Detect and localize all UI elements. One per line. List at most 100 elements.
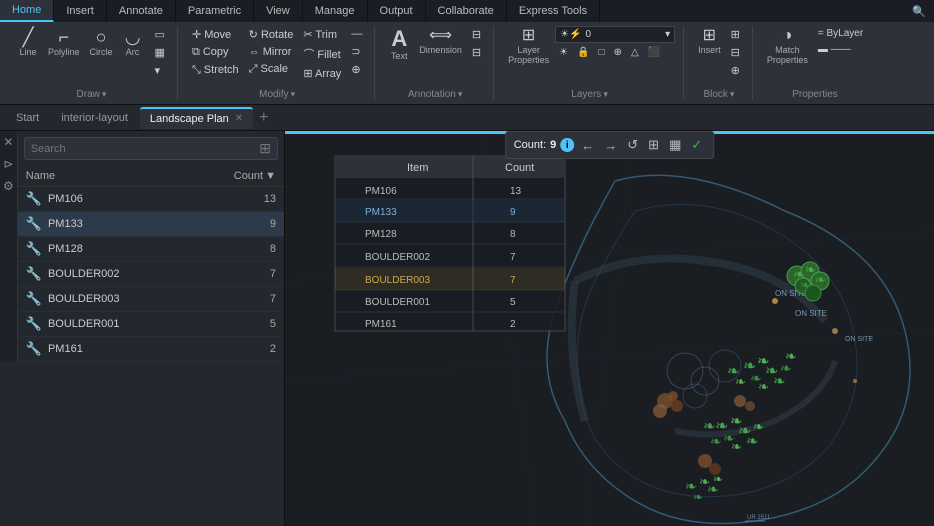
list-item[interactable]: 🔧 BOULDER002 7: [18, 262, 284, 287]
match-properties-icon: ◑: [783, 28, 793, 44]
array-button[interactable]: ⊞ Array: [299, 65, 345, 82]
anno-btn2[interactable]: ⊟: [468, 44, 485, 61]
ribbon: Home Insert Annotate Parametric View Man…: [0, 0, 934, 105]
col-count-header[interactable]: Count ▼: [216, 170, 276, 182]
item-name: PM128: [48, 243, 216, 255]
list-item[interactable]: 🔧 PM106 13: [18, 187, 284, 212]
gear-icon[interactable]: ⚙: [3, 179, 14, 193]
move-button[interactable]: ✛ Move: [188, 26, 243, 43]
list-item[interactable]: 🔧 PM161 2: [18, 337, 284, 362]
modify-chevron[interactable]: ▾: [291, 89, 296, 100]
rectangle-button[interactable]: ▭: [151, 26, 169, 43]
draw-label: Draw ▾: [77, 89, 107, 100]
circle-icon: ○: [96, 28, 107, 46]
ribbon-tab-express[interactable]: Express Tools: [507, 0, 600, 22]
arc-button[interactable]: ◡ Arc: [119, 26, 147, 59]
next-button[interactable]: →: [601, 136, 620, 155]
layer-icons: ☀⚡: [560, 29, 581, 40]
layer-btn4[interactable]: ⊕: [610, 45, 626, 60]
ribbon-tab-view[interactable]: View: [254, 0, 303, 22]
scale-button[interactable]: ⤢ Scale: [245, 61, 298, 78]
ribbon-tab-home[interactable]: Home: [0, 0, 54, 22]
trim2-button[interactable]: —: [347, 26, 366, 42]
layer-btn6[interactable]: ⬛: [644, 45, 664, 60]
list-item[interactable]: 🔧 PM128 8: [18, 237, 284, 262]
info-button[interactable]: i: [560, 138, 574, 152]
table-button[interactable]: ▦: [666, 135, 684, 155]
text-icon: A: [391, 28, 407, 50]
dimension-button[interactable]: ⟺ Dimension: [415, 26, 466, 57]
ribbon-tab-collaborate[interactable]: Collaborate: [426, 0, 507, 22]
layer-properties-button[interactable]: ⊞ LayerProperties: [504, 26, 553, 67]
copy-button[interactable]: ⧉ Copy: [188, 44, 243, 61]
stretch-button[interactable]: ⤡ Stretch: [188, 62, 243, 79]
list-item[interactable]: 🔧 BOULDER003 7: [18, 287, 284, 312]
layer-btn2[interactable]: 🔒: [573, 45, 593, 60]
ribbon-tab-parametric[interactable]: Parametric: [176, 0, 254, 22]
layer-dropdown[interactable]: ☀⚡ 0 ▾: [555, 26, 675, 43]
circle-button[interactable]: ○ Circle: [86, 26, 117, 59]
ribbon-tab-insert[interactable]: Insert: [54, 0, 107, 22]
dimension-icon: ⟺: [429, 28, 452, 44]
tab-landscape[interactable]: Landscape Plan ✕: [140, 107, 253, 129]
tab-add-button[interactable]: +: [255, 109, 272, 127]
draw-more-button[interactable]: ▾: [151, 62, 169, 79]
item-count: 2: [216, 343, 276, 355]
tab-start[interactable]: Start: [6, 107, 49, 129]
fillet-button[interactable]: ⌒ Fillet: [299, 44, 345, 64]
refresh-button[interactable]: ↺: [624, 135, 641, 155]
list-item[interactable]: 🔧 BOULDER001 5: [18, 312, 284, 337]
ribbon-tab-annotate[interactable]: Annotate: [107, 0, 176, 22]
text-button[interactable]: A Text: [385, 26, 413, 63]
ribbon-tab-output[interactable]: Output: [368, 0, 426, 22]
check-button[interactable]: ✓: [688, 135, 705, 155]
pin-icon[interactable]: ⊳: [3, 157, 13, 171]
grid-button[interactable]: ⊞: [645, 135, 662, 155]
list-item[interactable]: 🔧 PM133 9: [18, 212, 284, 237]
rotate-button[interactable]: ↻ Rotate: [245, 26, 298, 43]
prop-btn2[interactable]: ▬ ——: [814, 42, 867, 57]
layer-btn1[interactable]: ☀: [555, 45, 572, 60]
item-count: 9: [216, 218, 276, 230]
search-expand-icon[interactable]: ⊞: [259, 140, 271, 157]
item-icon: 🔧: [26, 341, 42, 357]
annotation-chevron[interactable]: ▾: [458, 89, 463, 100]
item-icon: 🔧: [26, 191, 42, 207]
block-btn2[interactable]: ⊟: [727, 44, 744, 61]
layer-btn5[interactable]: △: [627, 45, 643, 60]
explode-button[interactable]: ⊕: [347, 61, 366, 78]
line-button[interactable]: ╱ Line: [14, 26, 42, 59]
block-btn3[interactable]: ⊕: [727, 62, 744, 79]
prev-button[interactable]: ←: [578, 136, 597, 155]
draw-chevron[interactable]: ▾: [102, 89, 107, 100]
svg-text:BOULDER001: BOULDER001: [365, 297, 430, 308]
anno-btn1[interactable]: ⊟: [468, 26, 485, 43]
insert-button[interactable]: ⊞ Insert: [694, 26, 725, 57]
search-input[interactable]: [31, 143, 260, 155]
block-chevron[interactable]: ▾: [730, 89, 735, 100]
count-label: Count:: [514, 139, 546, 151]
prop-btn1[interactable]: = ByLayer: [814, 26, 867, 41]
mirror-button[interactable]: ⇔ Mirror: [245, 44, 298, 60]
line-icon: ╱: [23, 28, 34, 46]
svg-text:13: 13: [510, 186, 522, 197]
map-svg: ON SITE ON SITE ON SITE ❧ ❧ ❧ ❧: [285, 131, 934, 526]
tab-landscape-close[interactable]: ✕: [235, 113, 243, 124]
count-header-label: Count: [234, 170, 263, 182]
extend-button[interactable]: ⊃: [347, 43, 366, 60]
trim-button[interactable]: ✂ Trim: [299, 26, 345, 43]
annotation-extras: ⊟ ⊟: [468, 26, 485, 61]
item-icon: 🔧: [26, 291, 42, 307]
layers-chevron[interactable]: ▾: [603, 89, 608, 100]
block-btn1[interactable]: ⊞: [727, 26, 744, 43]
match-properties-button[interactable]: ◑ MatchProperties: [763, 26, 812, 67]
layer-btn3[interactable]: □: [595, 45, 609, 60]
polyline-button[interactable]: ⌐ Polyline: [44, 26, 84, 59]
hatch-button[interactable]: ▦: [151, 44, 169, 61]
close-panel-icon[interactable]: ✕: [3, 135, 13, 149]
annotation-tools: A Text ⟺ Dimension ⊟ ⊟: [385, 26, 485, 87]
tab-interior[interactable]: interior-layout: [51, 107, 138, 129]
ribbon-tab-manage[interactable]: Manage: [303, 0, 368, 22]
svg-text:❧: ❧: [815, 272, 826, 287]
ribbon-group-modify: ✛ Move ⧉ Copy ⤡ Stretch ↻ Rotate ⇔ Mirro…: [180, 26, 375, 100]
